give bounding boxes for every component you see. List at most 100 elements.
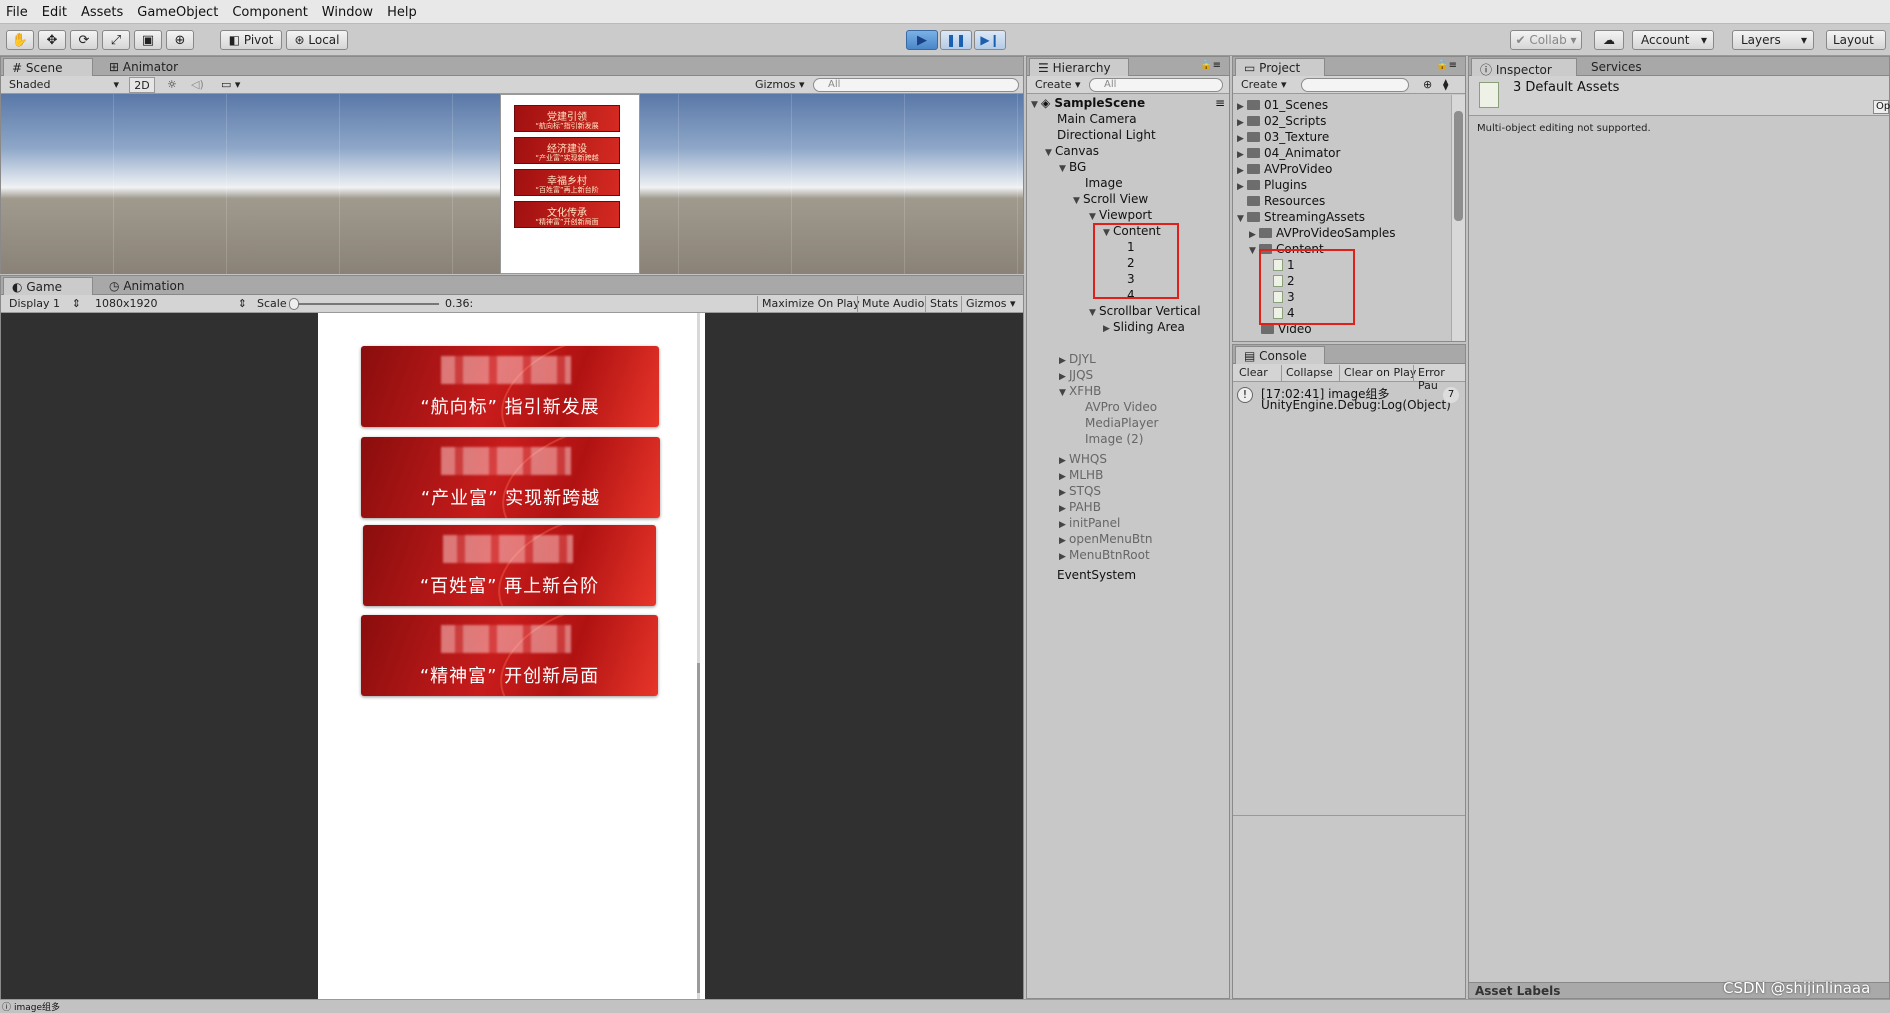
filter-type-icon[interactable]: ⊕ (1419, 77, 1436, 93)
tree-item[interactable]: ▶ 01_Scenes (1237, 97, 1328, 113)
tree-item-scene[interactable]: ▼ ◈ SampleScene ≡ (1031, 95, 1227, 111)
rect-tool-icon[interactable]: ▣ (134, 30, 162, 50)
tree-item[interactable]: AVPro Video (1085, 399, 1157, 415)
tab-console[interactable]: ▤ Console (1235, 346, 1325, 364)
hierarchy-search-field[interactable]: All (1089, 78, 1223, 92)
tab-scene[interactable]: # Scene (3, 58, 93, 76)
tree-item[interactable]: EventSystem (1057, 567, 1136, 583)
display-dropdown[interactable]: Display 1 ⇕ (5, 296, 83, 312)
tree-item[interactable]: ▶ AVProVideoSamples (1249, 225, 1396, 241)
tree-item[interactable]: ▶ JJQS (1059, 367, 1093, 383)
project-create-dropdown[interactable]: Create ▾ (1237, 77, 1291, 93)
collab-button[interactable]: ✔ Collab ▾ (1510, 30, 1582, 50)
menu-banner-2[interactable]: “产业富” 实现新跨越 (361, 437, 660, 518)
lock-icon[interactable]: 🔒≡ (1200, 60, 1221, 71)
tab-game[interactable]: ◐ Game (3, 277, 93, 295)
project-scrollbar[interactable] (1451, 95, 1465, 341)
menu-component[interactable]: Component (226, 0, 315, 20)
project-scrollbar-thumb[interactable] (1454, 111, 1463, 221)
console-log-entry[interactable]: ! [17:02:41] image组多 UnityEngine.Debug:L… (1233, 383, 1465, 427)
audio-icon[interactable]: ◁) (187, 77, 208, 93)
console-collapse-toggle[interactable]: Collapse (1281, 365, 1337, 381)
scale-slider[interactable] (289, 298, 439, 310)
game-view[interactable]: “航向标” 指引新发展 “产业富” 实现新跨越 “百姓富” 再上新台阶 “精神富… (1, 313, 1023, 999)
tree-item[interactable]: ▼ Viewport (1089, 207, 1152, 223)
scene-canvas-rect[interactable]: 党建引领 “航向标”指引新发展 经济建设 “产业富”实现新跨越 幸福乡村 “百姓富”再… (500, 94, 640, 274)
local-button[interactable]: ⊛ Local (286, 30, 348, 50)
game-gizmos-dropdown[interactable]: Gizmos ▾ (961, 296, 1020, 312)
play-button[interactable]: ▶ (906, 30, 938, 50)
lock-icon[interactable]: 🔒≡ (1436, 60, 1457, 71)
tree-item[interactable]: ▼ Scrollbar Vertical (1089, 303, 1201, 319)
hierarchy-create-dropdown[interactable]: Create ▾ (1031, 77, 1085, 93)
tree-item[interactable]: ▶ STQS (1059, 483, 1101, 499)
scene-viewport[interactable]: 党建引领 “航向标”指引新发展 经济建设 “产业富”实现新跨越 幸福乡村 “百姓富”再… (1, 94, 1023, 274)
transform-tool-icon[interactable]: ⊕ (166, 30, 194, 50)
tree-item[interactable]: Main Camera (1057, 111, 1137, 127)
scrollbar-vertical[interactable] (697, 313, 700, 999)
tree-item[interactable]: ▶ MLHB (1059, 467, 1103, 483)
tree-item[interactable]: ▼ XFHB (1059, 383, 1101, 399)
game-screen[interactable]: “航向标” 指引新发展 “产业富” 实现新跨越 “百姓富” 再上新台阶 “精神富… (318, 313, 705, 999)
console-clear-button[interactable]: Clear (1235, 365, 1272, 381)
tree-item[interactable]: MediaPlayer (1085, 415, 1158, 431)
menu-edit[interactable]: Edit (36, 0, 75, 20)
tree-item[interactable]: Resources (1247, 193, 1325, 209)
tab-hierarchy[interactable]: ☰ Hierarchy (1029, 58, 1129, 76)
menu-banner-3[interactable]: “百姓富” 再上新台阶 (363, 525, 656, 606)
stats-toggle[interactable]: Stats (925, 296, 962, 312)
console-clear-on-play-toggle[interactable]: Clear on Play (1339, 365, 1420, 381)
layers-dropdown[interactable]: Layers ▾ (1732, 30, 1814, 50)
tree-item[interactable]: ▶ 04_Animator (1237, 145, 1340, 161)
mode-2d-toggle[interactable]: 2D (129, 77, 155, 93)
tree-item[interactable]: ▼ Canvas (1045, 143, 1099, 159)
account-dropdown[interactable]: Account ▾ (1632, 30, 1714, 50)
menu-banner-1[interactable]: “航向标” 指引新发展 (361, 346, 659, 427)
tree-item[interactable]: ▶ PAHB (1059, 499, 1101, 515)
tree-item[interactable]: ▶ AVProVideo (1237, 161, 1332, 177)
tree-item[interactable]: Directional Light (1057, 127, 1156, 143)
menu-assets[interactable]: Assets (75, 0, 131, 20)
tab-inspector[interactable]: ⓘ Inspector (1471, 58, 1577, 77)
scale-slider-thumb[interactable] (289, 298, 299, 310)
tree-item[interactable]: ▼ Scroll View (1073, 191, 1148, 207)
tab-project[interactable]: ▭ Project (1235, 58, 1325, 76)
maximize-on-play-toggle[interactable]: Maximize On Play (757, 296, 864, 312)
tree-item[interactable]: ▶ DJYL (1059, 351, 1096, 367)
scene-gizmos-dropdown[interactable]: Gizmos ▾ (751, 77, 809, 93)
menu-help[interactable]: Help (381, 0, 425, 20)
tree-item[interactable]: ▼ StreamingAssets (1237, 209, 1365, 225)
console-error-pause-toggle[interactable]: Error Pau (1413, 365, 1465, 392)
inspector-open-button[interactable]: Op (1873, 100, 1890, 114)
pivot-button[interactable]: ◧ Pivot (220, 30, 282, 50)
cloud-icon[interactable]: ☁ (1594, 30, 1624, 50)
tree-item[interactable]: ▶ initPanel (1059, 515, 1120, 531)
tab-animation[interactable]: ◷ Animation (101, 277, 201, 295)
tree-item[interactable]: ▶ Sliding Area (1103, 319, 1185, 335)
step-button[interactable]: ▶❙ (974, 30, 1006, 50)
scene-search-field[interactable]: All (813, 78, 1019, 92)
effects-icon[interactable]: ▭ ▾ (217, 77, 244, 93)
tab-animator[interactable]: ⊞ Animator (101, 58, 191, 76)
menu-file[interactable]: File (0, 0, 36, 20)
tree-item[interactable]: Image (1085, 175, 1123, 191)
menu-gameobject[interactable]: GameObject (131, 0, 226, 20)
mute-audio-toggle[interactable]: Mute Audio (857, 296, 928, 312)
shading-dropdown[interactable]: Shaded ▾ (5, 77, 121, 93)
rotate-tool-icon[interactable]: ⟳ (70, 30, 98, 50)
move-tool-icon[interactable]: ✥ (38, 30, 66, 50)
filter-label-icon[interactable]: ⧫ (1439, 77, 1452, 93)
tree-item[interactable]: ▶ Plugins (1237, 177, 1307, 193)
tree-item[interactable]: ▼ BG (1059, 159, 1086, 175)
layout-dropdown[interactable]: Layout (1826, 30, 1886, 50)
tree-item[interactable]: ▶ WHQS (1059, 451, 1107, 467)
resolution-dropdown[interactable]: 1080x1920 ⇕ (91, 296, 249, 312)
hand-tool-icon[interactable]: ✋ (6, 30, 34, 50)
scale-tool-icon[interactable]: ⤢ (102, 30, 130, 50)
scrollbar-handle[interactable] (697, 663, 700, 993)
pause-button[interactable]: ❚❚ (940, 30, 972, 50)
tree-item[interactable]: ▶ 02_Scripts (1237, 113, 1326, 129)
menu-window[interactable]: Window (316, 0, 381, 20)
tree-item[interactable]: ▶ 03_Texture (1237, 129, 1329, 145)
lighting-icon[interactable]: ☼ (163, 77, 181, 93)
